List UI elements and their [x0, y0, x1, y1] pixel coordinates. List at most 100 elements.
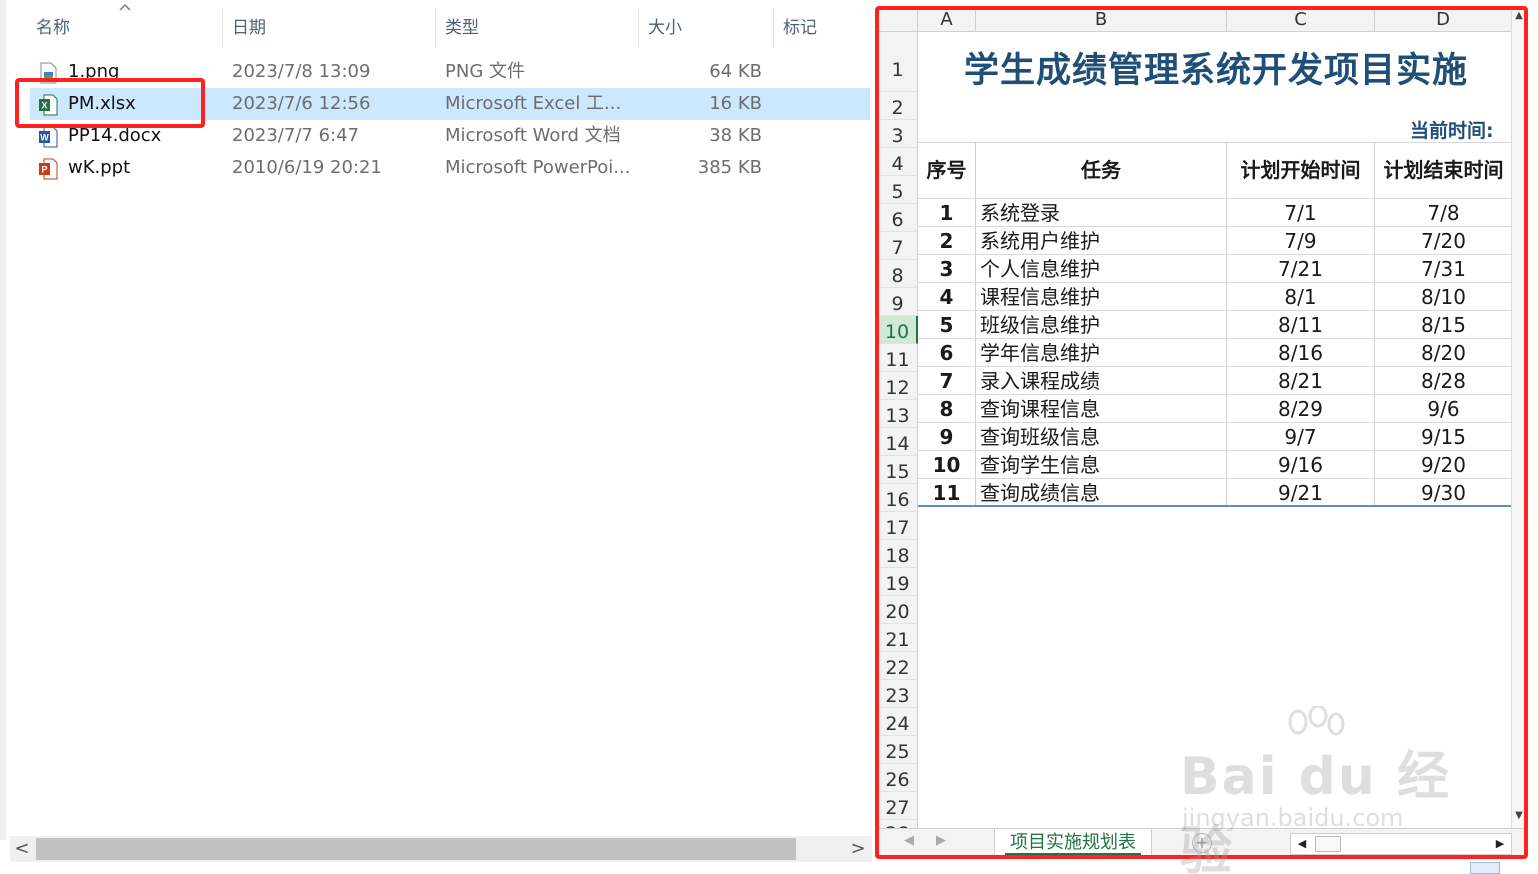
file-type: PNG 文件 — [445, 61, 525, 82]
table-row[interactable]: 7 录入课程成绩 8/21 8/28 — [918, 366, 1512, 395]
task-index: 4 — [918, 283, 976, 311]
task-end: 8/28 — [1421, 369, 1466, 393]
task-start: 9/21 — [1227, 479, 1375, 507]
file-row-ppt[interactable]: P wK.ppt 2010/6/19 20:21 Microsoft Power… — [30, 152, 870, 184]
row-header[interactable]: 27 — [878, 792, 918, 820]
sheet-horizontal-scrollbar[interactable]: ◀ ▶ — [1290, 833, 1512, 855]
sheet-grid[interactable]: 学生成绩管理系统开发项目实施 当前时间: 序号 任务 计划开始时间 计划结束时间… — [918, 32, 1512, 828]
column-header-a[interactable]: A — [918, 8, 976, 32]
column-header-size[interactable]: 大小 — [636, 0, 772, 50]
task-index: 6 — [918, 339, 976, 367]
task-index: 11 — [918, 479, 976, 507]
table-row[interactable]: 11 查询成绩信息 9/21 9/30 — [918, 478, 1512, 507]
vertical-scrollbar[interactable]: ▲ ▼ — [1511, 8, 1526, 828]
sheet-title: 学生成绩管理系统开发项目实施 — [964, 51, 1469, 91]
row-header[interactable]: 13 — [878, 400, 918, 428]
file-name: wK.ppt — [68, 157, 131, 178]
scroll-up-arrow-icon[interactable]: ▲ — [1512, 8, 1526, 24]
row-header[interactable]: 24 — [878, 708, 918, 736]
row-header[interactable]: 23 — [878, 680, 918, 708]
task-name: 录入课程成绩 — [976, 367, 1227, 395]
row-header[interactable]: 9 — [878, 288, 918, 316]
task-name: 系统登录 — [976, 199, 1227, 227]
row-header[interactable]: 15 — [878, 456, 918, 484]
task-index: 9 — [918, 423, 976, 451]
row-header[interactable]: 21 — [878, 624, 918, 652]
row-header[interactable]: 19 — [878, 568, 918, 596]
file-explorer: 名称 日期 类型 大小 标记 1.png 2023/7/8 13:09 PNG … — [0, 0, 872, 874]
scroll-left-button[interactable]: < — [10, 836, 34, 862]
annotation-highlight-box — [15, 78, 205, 128]
file-date: 2023/7/6 12:56 — [232, 93, 371, 114]
row-header[interactable]: 14 — [878, 428, 918, 456]
row-header[interactable]: 6 — [878, 204, 918, 232]
row-header[interactable]: 18 — [878, 540, 918, 568]
row-header[interactable]: 20 — [878, 596, 918, 624]
sheet-tab-active[interactable]: 项目实施规划表 — [994, 829, 1152, 857]
table-row[interactable]: 10 查询学生信息 9/16 9/20 — [918, 450, 1512, 479]
row-header[interactable]: 11 — [878, 344, 918, 372]
row-header[interactable]: 7 — [878, 232, 918, 260]
scroll-right-arrow-icon[interactable]: ▶ — [1489, 834, 1511, 854]
row-header[interactable]: 26 — [878, 764, 918, 792]
row-header[interactable]: 25 — [878, 736, 918, 764]
row-header[interactable]: 5 — [878, 176, 918, 204]
task-start: 9/16 — [1227, 451, 1375, 479]
prev-sheet-icon[interactable]: ◀ — [904, 833, 914, 848]
table-row[interactable]: 8 查询课程信息 8/29 9/6 — [918, 394, 1512, 423]
task-end: 9/15 — [1421, 425, 1466, 449]
task-end: 7/31 — [1421, 257, 1466, 281]
column-header-date[interactable]: 日期 — [220, 0, 434, 50]
task-end: 8/20 — [1421, 341, 1466, 365]
task-name: 系统用户维护 — [976, 227, 1227, 255]
task-index: 2 — [918, 227, 976, 255]
svg-text:W: W — [40, 133, 49, 143]
row-header[interactable]: 12 — [878, 372, 918, 400]
scroll-right-button[interactable]: > — [846, 836, 870, 862]
row-header[interactable]: 16 — [878, 484, 918, 512]
task-name: 查询学生信息 — [976, 451, 1227, 479]
table-row[interactable]: 6 学年信息维护 8/16 8/20 — [918, 338, 1512, 367]
scroll-down-arrow-icon[interactable]: ▼ — [1512, 808, 1526, 824]
row-header[interactable]: 22 — [878, 652, 918, 680]
table-row[interactable]: 4 课程信息维护 8/1 8/10 — [918, 282, 1512, 311]
scrollbar-thumb[interactable] — [36, 838, 796, 860]
row-header[interactable]: 8 — [878, 260, 918, 288]
column-header-c[interactable]: C — [1227, 8, 1375, 32]
task-index: 3 — [918, 255, 976, 283]
table-row[interactable]: 9 查询班级信息 9/7 9/15 — [918, 422, 1512, 451]
row-header[interactable]: 4 — [878, 148, 918, 176]
select-all-corner[interactable] — [878, 8, 918, 32]
header-cell-index: 序号 — [918, 142, 976, 198]
scroll-left-arrow-icon[interactable]: ◀ — [1291, 834, 1313, 854]
horizontal-scrollbar[interactable]: < > — [10, 836, 872, 862]
row-header[interactable]: 10 — [878, 316, 918, 344]
table-row[interactable]: 3 个人信息维护 7/21 7/31 — [918, 254, 1512, 283]
add-sheet-icon[interactable]: + — [1192, 833, 1212, 853]
row-header[interactable]: 3 — [878, 120, 918, 148]
table-row[interactable]: 5 班级信息维护 8/11 8/15 — [918, 310, 1512, 339]
column-header-b[interactable]: B — [976, 8, 1227, 32]
file-size: 385 KB — [697, 157, 762, 178]
task-name: 查询课程信息 — [976, 395, 1227, 423]
next-sheet-icon[interactable]: ▶ — [936, 833, 946, 848]
task-start: 8/16 — [1227, 339, 1375, 367]
file-size: 64 KB — [709, 61, 762, 82]
table-row[interactable]: 1 系统登录 7/1 7/8 — [918, 198, 1512, 227]
task-end: 8/10 — [1421, 285, 1466, 309]
row-header[interactable]: 17 — [878, 512, 918, 540]
view-mode-icon[interactable] — [1470, 862, 1500, 874]
task-end: 8/15 — [1421, 313, 1466, 337]
task-name: 查询班级信息 — [976, 423, 1227, 451]
column-header-d[interactable]: D — [1375, 8, 1512, 32]
table-bottom-border — [918, 505, 1512, 507]
row-header[interactable]: 1 — [878, 32, 918, 92]
column-header-tags[interactable]: 标记 — [771, 0, 871, 50]
powerpoint-file-icon: P — [39, 158, 58, 180]
scrollbar-thumb[interactable] — [1315, 836, 1341, 852]
table-row[interactable]: 2 系统用户维护 7/9 7/20 — [918, 226, 1512, 255]
row-header[interactable]: 2 — [878, 92, 918, 120]
file-size: 38 KB — [709, 125, 762, 146]
column-header-name[interactable]: 名称 — [24, 0, 220, 50]
column-header-type[interactable]: 类型 — [433, 0, 637, 50]
